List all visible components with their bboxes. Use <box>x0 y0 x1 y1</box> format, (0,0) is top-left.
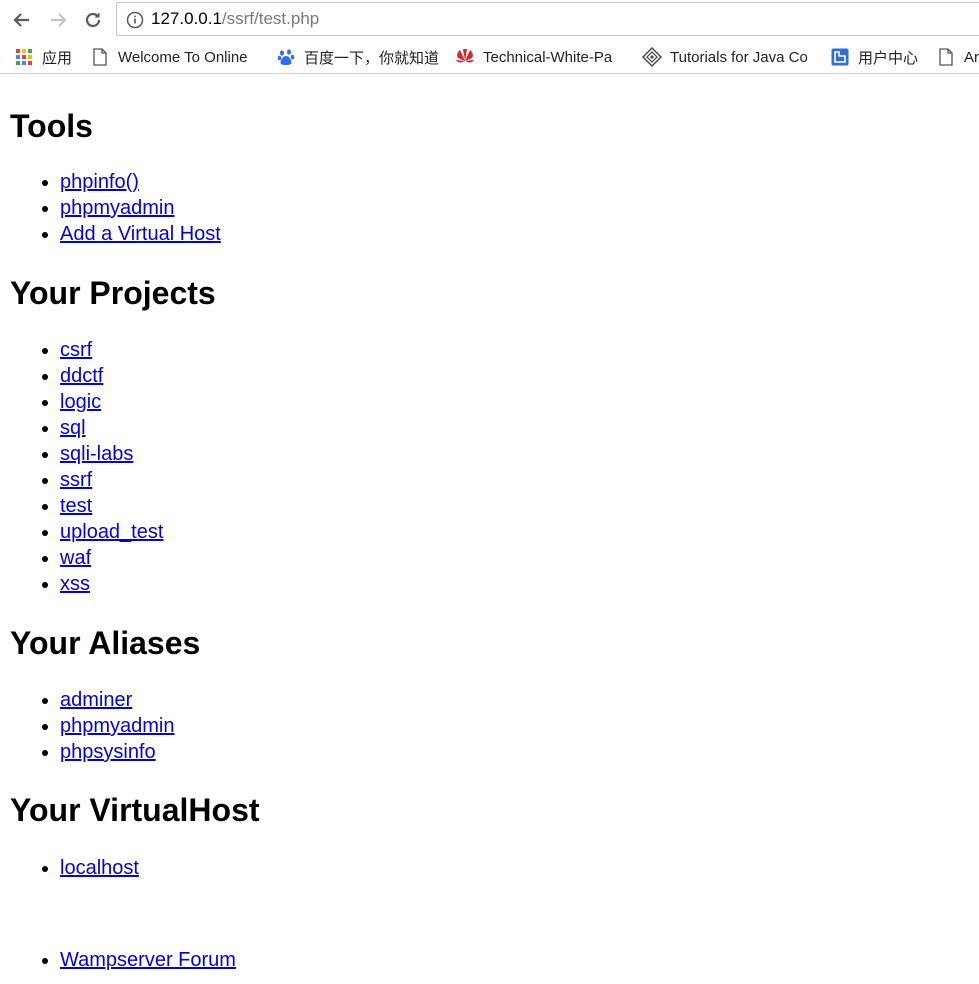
virtualhost-list: localhost <box>10 855 139 881</box>
project-link-logic[interactable]: logic <box>60 391 101 413</box>
address-bar[interactable]: 127.0.0.1/ssrf/test.php <box>116 2 979 36</box>
project-link-xss[interactable]: xss <box>60 573 90 595</box>
list-item: phpmyadmin <box>60 195 221 221</box>
project-link-test[interactable]: test <box>60 495 92 517</box>
page-icon <box>936 47 956 67</box>
alias-link-phpsysinfo[interactable]: phpsysinfo <box>60 741 156 763</box>
list-item: localhost <box>60 855 139 881</box>
list-item: ssrf <box>60 467 163 493</box>
list-item: Add a Virtual Host <box>60 221 221 247</box>
list-item: Wampserver Forum <box>60 947 236 973</box>
back-button[interactable] <box>10 8 34 32</box>
list-item: xss <box>60 571 163 597</box>
bookmarks-bar: 应用 Welcome To Online 百度一下，你就知道 Technical… <box>0 40 979 74</box>
phpmyadmin-tool-link[interactable]: phpmyadmin <box>60 197 175 219</box>
forward-arrow-icon <box>51 13 67 27</box>
page-icon <box>90 47 110 67</box>
url-host: 127.0.0.1 <box>151 9 222 28</box>
bookmark-label: Ar <box>964 48 979 66</box>
bookmark-label: Welcome To Online <box>118 48 248 66</box>
vhost-link-localhost[interactable]: localhost <box>60 857 139 879</box>
user-center-icon <box>830 47 850 67</box>
browser-chrome: 127.0.0.1/ssrf/test.php 应用 Welcome To On… <box>0 0 979 74</box>
alias-link-adminer[interactable]: adminer <box>60 689 132 711</box>
list-item: ddctf <box>60 363 163 389</box>
list-item: upload_test <box>60 519 163 545</box>
forward-button[interactable] <box>46 8 70 32</box>
add-virtual-host-link[interactable]: Add a Virtual Host <box>60 223 221 245</box>
baidu-paw-icon <box>276 47 296 67</box>
reload-button[interactable] <box>81 8 105 32</box>
project-link-waf[interactable]: waf <box>60 547 91 569</box>
list-item: sqli-labs <box>60 441 163 467</box>
forum-list: Wampserver Forum <box>10 947 236 973</box>
virtualhost-heading: Your VirtualHost <box>10 792 260 828</box>
list-item: adminer <box>60 687 175 713</box>
back-arrow-icon <box>13 13 29 27</box>
aliases-heading: Your Aliases <box>10 625 201 661</box>
list-item: phpmyadmin <box>60 713 175 739</box>
bookmark-technical[interactable]: Technical-White-Pa <box>455 46 627 68</box>
list-item: phpsysinfo <box>60 739 175 765</box>
info-icon[interactable] <box>126 11 144 29</box>
bookmark-ar[interactable]: Ar <box>936 46 979 68</box>
browser-toolbar: 127.0.0.1/ssrf/test.php <box>0 0 979 40</box>
bookmark-user-center[interactable]: 用户中心 <box>830 46 926 68</box>
apps-grid-icon <box>14 47 34 67</box>
list-item: phpinfo() <box>60 169 221 195</box>
bookmark-label: Technical-White-Pa <box>483 48 613 66</box>
aliases-list: adminer phpmyadmin phpsysinfo <box>10 687 175 765</box>
bookmark-label: 百度一下，你就知道 <box>304 49 440 67</box>
wampserver-forum-link[interactable]: Wampserver Forum <box>60 949 236 971</box>
projects-heading: Your Projects <box>10 275 216 311</box>
list-item: waf <box>60 545 163 571</box>
list-item: sql <box>60 415 163 441</box>
bookmark-welcome[interactable]: Welcome To Online <box>90 46 262 68</box>
phpinfo-link[interactable]: phpinfo() <box>60 171 139 193</box>
huawei-icon <box>455 47 475 67</box>
tools-list: phpinfo() phpmyadmin Add a Virtual Host <box>10 169 221 247</box>
bookmark-label: Tutorials for Java Co <box>670 48 808 66</box>
projects-list: csrf ddctf logic sql sqli-labs ssrf test… <box>10 337 163 597</box>
project-link-ddctf[interactable]: ddctf <box>60 365 103 387</box>
project-link-sqli-labs[interactable]: sqli-labs <box>60 443 133 465</box>
diamond-icon <box>642 47 662 67</box>
bookmark-tutorials[interactable]: Tutorials for Java Co <box>642 46 814 68</box>
project-link-sql[interactable]: sql <box>60 417 86 439</box>
bookmark-label: 用户中心 <box>858 49 919 67</box>
reload-icon <box>85 12 101 28</box>
bookmark-label: 应用 <box>42 49 73 67</box>
url-path: /ssrf/test.php <box>221 9 320 28</box>
project-link-csrf[interactable]: csrf <box>60 339 92 361</box>
list-item: test <box>60 493 163 519</box>
bookmark-apps[interactable]: 应用 <box>14 46 84 68</box>
list-item: csrf <box>60 337 163 363</box>
list-item: logic <box>60 389 163 415</box>
project-link-ssrf[interactable]: ssrf <box>60 469 92 491</box>
project-link-upload-test[interactable]: upload_test <box>60 521 163 543</box>
bookmark-baidu[interactable]: 百度一下，你就知道 <box>276 46 444 68</box>
tools-heading: Tools <box>10 108 93 144</box>
alias-link-phpmyadmin[interactable]: phpmyadmin <box>60 715 175 737</box>
url-text: 127.0.0.1/ssrf/test.php <box>151 9 319 29</box>
